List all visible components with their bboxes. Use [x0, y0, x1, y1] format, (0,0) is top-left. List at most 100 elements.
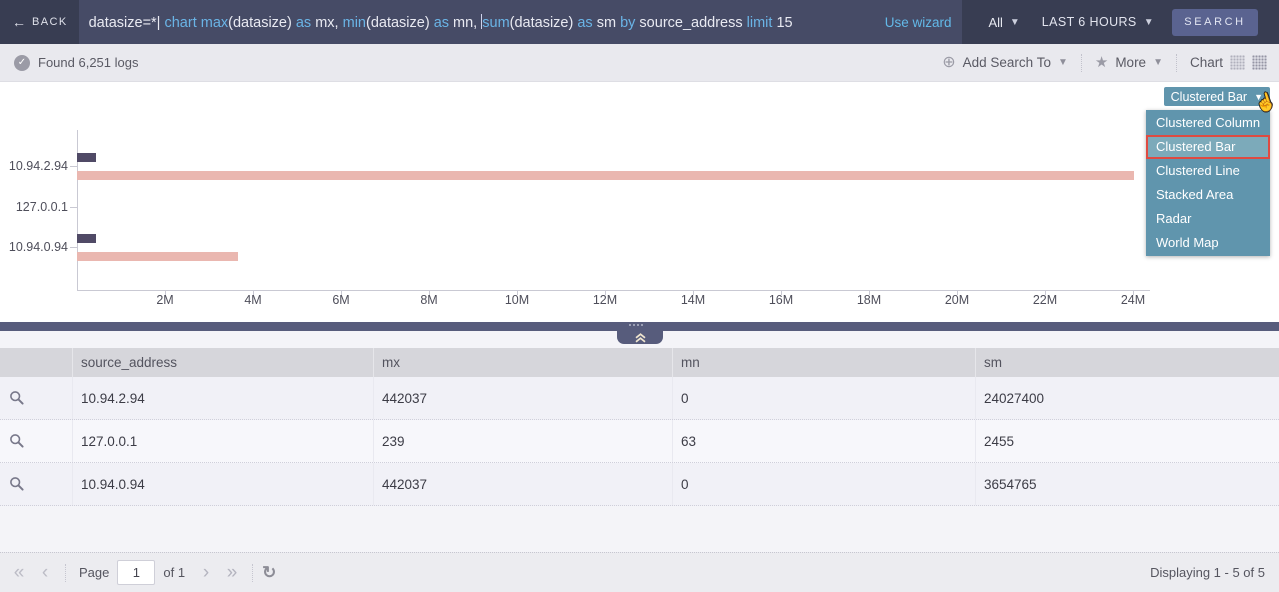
table-cell-sm: 3654765: [975, 463, 1279, 505]
bar-mx-10.94.2.94[interactable]: [77, 153, 96, 162]
query-text-segment: datasize=*|: [89, 15, 165, 31]
query-keyword: by: [620, 15, 635, 31]
displaying-status: Displaying 1 - 5 of 5: [1150, 565, 1265, 580]
y-axis-label: 10.94.0.94: [0, 238, 68, 256]
x-axis-label: 2M: [143, 293, 187, 307]
magnifier-icon: [9, 433, 25, 449]
double-chevron-up-icon: [634, 333, 647, 343]
chart-type-option-stacked-area[interactable]: Stacked Area: [1146, 183, 1270, 207]
star-icon: ★: [1095, 55, 1108, 70]
divider: [1081, 54, 1082, 72]
table-header-icon-col: [0, 348, 72, 377]
splitter-drag-handle[interactable]: [629, 324, 643, 326]
search-bar: ← BACK datasize=*| chart max(datasize) a…: [0, 0, 1279, 44]
next-page-button[interactable]: ›: [193, 563, 219, 582]
more-button[interactable]: ★ More ▼: [1095, 55, 1163, 70]
refresh-icon[interactable]: ↻: [262, 564, 276, 581]
chart-type-option-clustered-line[interactable]: Clustered Line: [1146, 159, 1270, 183]
bar-mx-10.94.0.94[interactable]: [77, 234, 96, 243]
y-axis-label: 127.0.0.1: [0, 198, 68, 216]
table-cell-source_address: 127.0.0.1: [72, 420, 373, 462]
chart-type-value: Clustered Bar: [1171, 90, 1247, 104]
table-header-mx[interactable]: mx: [373, 348, 672, 377]
time-range-dropdown[interactable]: LAST 6 HOURS ▼: [1042, 15, 1154, 29]
query-text-segment: 15: [772, 15, 792, 31]
x-axis-label: 16M: [759, 293, 803, 307]
results-toolbar: ✓ Found 6,251 logs ⊕ Add Search To ▼ ★ M…: [0, 44, 1279, 82]
row-search-button[interactable]: [0, 420, 72, 462]
page-number-input[interactable]: [117, 560, 155, 585]
x-axis: [77, 290, 1150, 291]
row-search-button[interactable]: [0, 377, 72, 419]
table-cell-mx: 442037: [373, 463, 672, 505]
found-status: ✓ Found 6,251 logs: [14, 55, 138, 71]
table-header-row: source_addressmxmnsm: [0, 348, 1279, 377]
x-axis-label: 22M: [1023, 293, 1067, 307]
scope-dropdown[interactable]: All ▼: [988, 15, 1019, 30]
table-cell-sm: 24027400: [975, 377, 1279, 419]
y-axis-tick: [70, 247, 77, 248]
table-header-sm[interactable]: sm: [975, 348, 1279, 377]
y-axis-tick: [70, 166, 77, 167]
query-keyword: as: [296, 15, 311, 31]
table-cell-mn: 63: [672, 420, 975, 462]
x-axis-label: 20M: [935, 293, 979, 307]
aggregate-table: source_addressmxmnsm 10.94.2.94442037024…: [0, 348, 1279, 506]
x-axis-label: 12M: [583, 293, 627, 307]
table-row: 10.94.2.94442037024027400: [0, 377, 1279, 420]
table-body: 10.94.2.94442037024027400127.0.0.1239632…: [0, 377, 1279, 506]
table-cell-source_address: 10.94.2.94: [72, 377, 373, 419]
found-text: Found 6,251 logs: [38, 55, 138, 70]
x-axis-label: 18M: [847, 293, 891, 307]
last-page-button[interactable]: »: [219, 563, 245, 582]
table-header-source_address[interactable]: source_address: [72, 348, 373, 377]
chart-type-option-clustered-column[interactable]: Clustered Column: [1146, 111, 1270, 135]
table-row: 127.0.0.1239632455: [0, 420, 1279, 463]
query-text-segment: source_address: [635, 15, 746, 31]
table-row: 10.94.0.9444203703654765: [0, 463, 1279, 506]
layout-split-icon[interactable]: [1230, 55, 1245, 70]
back-label: BACK: [32, 16, 68, 28]
chevron-down-icon: ▼: [1058, 57, 1068, 68]
chevron-down-icon: ▼: [1010, 17, 1020, 28]
bar-sm-10.94.2.94[interactable]: [77, 171, 1134, 180]
add-search-to-button[interactable]: ⊕ Add Search To ▼: [942, 55, 1068, 71]
collapse-panel-button[interactable]: [617, 331, 663, 344]
query-input[interactable]: datasize=*| chart max(datasize) as mx, m…: [79, 0, 962, 44]
magnifier-icon: [9, 476, 25, 492]
x-axis-label: 24M: [1111, 293, 1155, 307]
query-text-segment: mx,: [311, 15, 342, 31]
query-keyword: limit: [747, 15, 773, 31]
search-button[interactable]: SEARCH: [1172, 9, 1258, 36]
chart-type-dropdown: Clustered Bar ▼ Clustered ColumnClustere…: [1146, 87, 1270, 256]
plus-circle-icon: ⊕: [942, 55, 955, 71]
prev-page-button[interactable]: ‹: [32, 563, 58, 582]
pagination-bar: « ‹ Page of 1 › » ↻ Displaying 1 - 5 of …: [0, 552, 1279, 592]
check-icon: ✓: [14, 55, 30, 71]
chevron-down-icon: ▼: [1144, 17, 1154, 28]
layout-grid-icon[interactable]: [1252, 55, 1267, 70]
bar-sm-10.94.0.94[interactable]: [77, 252, 238, 261]
query-text-segment: sm: [593, 15, 620, 31]
magnifier-icon: [9, 390, 25, 406]
use-wizard-link[interactable]: Use wizard: [873, 15, 952, 30]
x-axis-label: 14M: [671, 293, 715, 307]
more-label: More: [1115, 55, 1146, 70]
chart-type-option-clustered-bar[interactable]: Clustered Bar: [1146, 135, 1270, 159]
row-search-button[interactable]: [0, 463, 72, 505]
first-page-button[interactable]: «: [6, 563, 32, 582]
query-keyword: min: [343, 15, 366, 31]
chart-type-option-world-map[interactable]: World Map: [1146, 231, 1270, 255]
query-keyword: as: [577, 15, 592, 31]
chart-type-option-radar[interactable]: Radar: [1146, 207, 1270, 231]
table-header-mn[interactable]: mn: [672, 348, 975, 377]
log-search-app: ← BACK datasize=*| chart max(datasize) a…: [0, 0, 1279, 592]
x-axis-label: 8M: [407, 293, 451, 307]
query-text-segment: (datasize): [228, 15, 296, 31]
chart-label: Chart: [1190, 55, 1223, 70]
divider: [252, 564, 253, 582]
page-of-label: of 1: [163, 565, 185, 580]
chart-panel: Clustered Bar ▼ Clustered ColumnClustere…: [0, 82, 1279, 322]
query-text-segment: (datasize): [510, 15, 578, 31]
back-button[interactable]: ← BACK: [0, 14, 79, 30]
